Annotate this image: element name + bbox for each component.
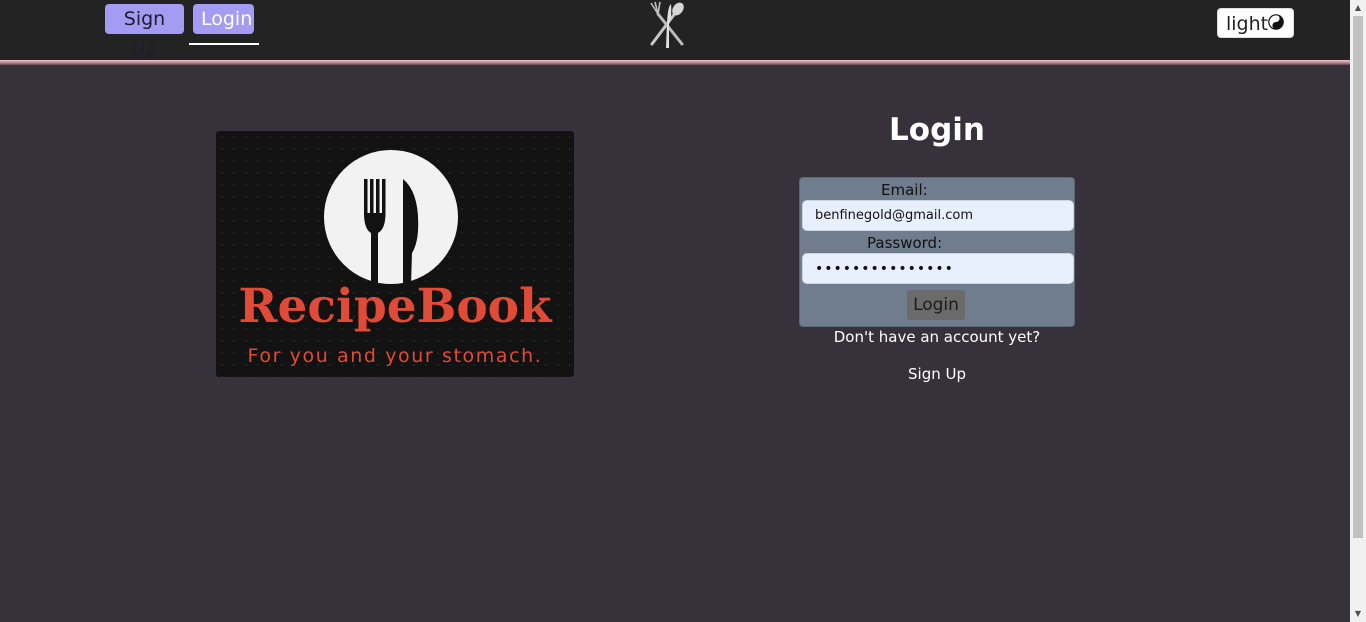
yin-yang-icon — [1268, 14, 1284, 30]
email-field[interactable] — [802, 200, 1074, 231]
banner-title: RecipeBook — [238, 279, 552, 334]
nav-signup-button[interactable]: Sign Up — [105, 4, 184, 60]
plate-fork-knife-icon — [324, 150, 458, 285]
recipebook-banner: RecipeBook For you and your stomach. — [216, 131, 574, 377]
scrollbar-thumb[interactable] — [1353, 16, 1363, 538]
theme-toggle-button[interactable]: light — [1217, 8, 1294, 38]
theme-toggle-label: light — [1226, 13, 1269, 35]
email-label: Email: — [881, 181, 928, 199]
login-form: Email: Password: Login — [799, 177, 1075, 327]
signup-link[interactable]: Sign Up — [800, 365, 1074, 383]
password-label: Password: — [867, 234, 943, 252]
page-title: Login — [889, 112, 985, 148]
fork-spoon-knife-icon[interactable] — [642, 0, 692, 50]
nav-login-button[interactable]: Login — [193, 4, 254, 34]
scroll-up-icon[interactable]: ▲ — [1350, 0, 1366, 16]
login-submit-button[interactable]: Login — [907, 290, 965, 320]
no-account-text: Don't have an account yet? — [833, 328, 1041, 346]
top-nav-bar: Sign Up Login light — [0, 0, 1350, 60]
vertical-scrollbar[interactable]: ▲ ▼ — [1350, 0, 1366, 622]
active-nav-underline — [189, 43, 259, 45]
banner-tagline: For you and your stomach. — [247, 345, 543, 367]
password-field[interactable] — [802, 253, 1074, 284]
scroll-down-icon[interactable]: ▼ — [1350, 606, 1366, 622]
header-divider — [0, 60, 1350, 65]
